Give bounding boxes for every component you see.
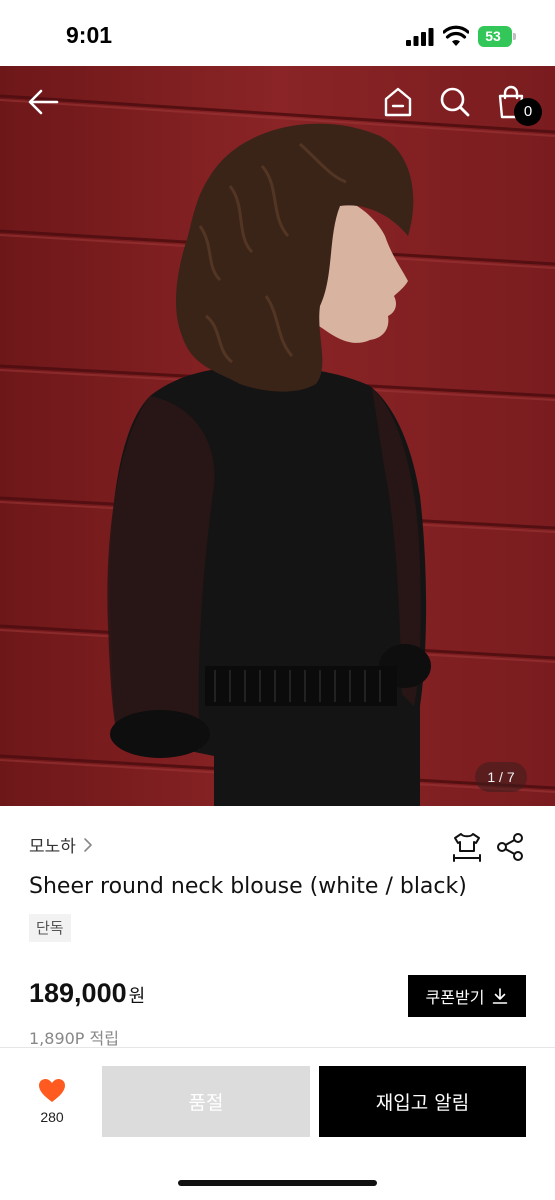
battery-icon: 53 [478,26,516,47]
price-value: 189,000 [29,978,127,1008]
price-unit: 원 [128,986,146,1007]
exclusive-tag: 단독 [29,914,71,942]
image-counter: 1 / 7 [475,762,527,792]
reward-points: 1,890P 적립 [29,1029,119,1048]
heart-icon [39,1079,65,1102]
restock-alert-button[interactable]: 재입고 알림 [319,1066,526,1137]
product-title: Sheer round neck blouse (white / black) [29,874,467,899]
battery-level: 53 [485,28,501,44]
battery-tip [513,33,516,40]
status-time: 9:01 [66,22,113,48]
coupon-label: 쿠폰받기 [425,988,485,1007]
like-count: 280 [40,1109,64,1125]
divider [0,1047,555,1048]
wifi-icon [443,25,469,46]
brand-link[interactable]: 모노하 [29,832,94,857]
download-icon [493,988,508,1004]
search-icon[interactable] [439,86,471,118]
home-icon[interactable] [383,86,413,118]
product-photo [0,66,555,806]
soldout-button[interactable]: 품절 [102,1066,310,1137]
product-image-gallery[interactable] [0,66,555,806]
coupon-button[interactable]: 쿠폰받기 [408,975,526,1017]
like-button[interactable]: 280 [24,1078,80,1134]
size-guide-icon[interactable] [451,831,483,863]
status-bar: 9:01 53 [0,0,555,66]
brand-name: 모노하 [29,837,76,857]
signal-icon [406,28,434,46]
share-icon[interactable] [496,832,524,862]
back-arrow-icon[interactable] [27,88,59,116]
cart-count-badge: 0 [514,98,542,126]
chevron-right-icon [84,837,92,852]
price: 189,000 원 [29,978,145,1009]
home-indicator [178,1180,377,1186]
